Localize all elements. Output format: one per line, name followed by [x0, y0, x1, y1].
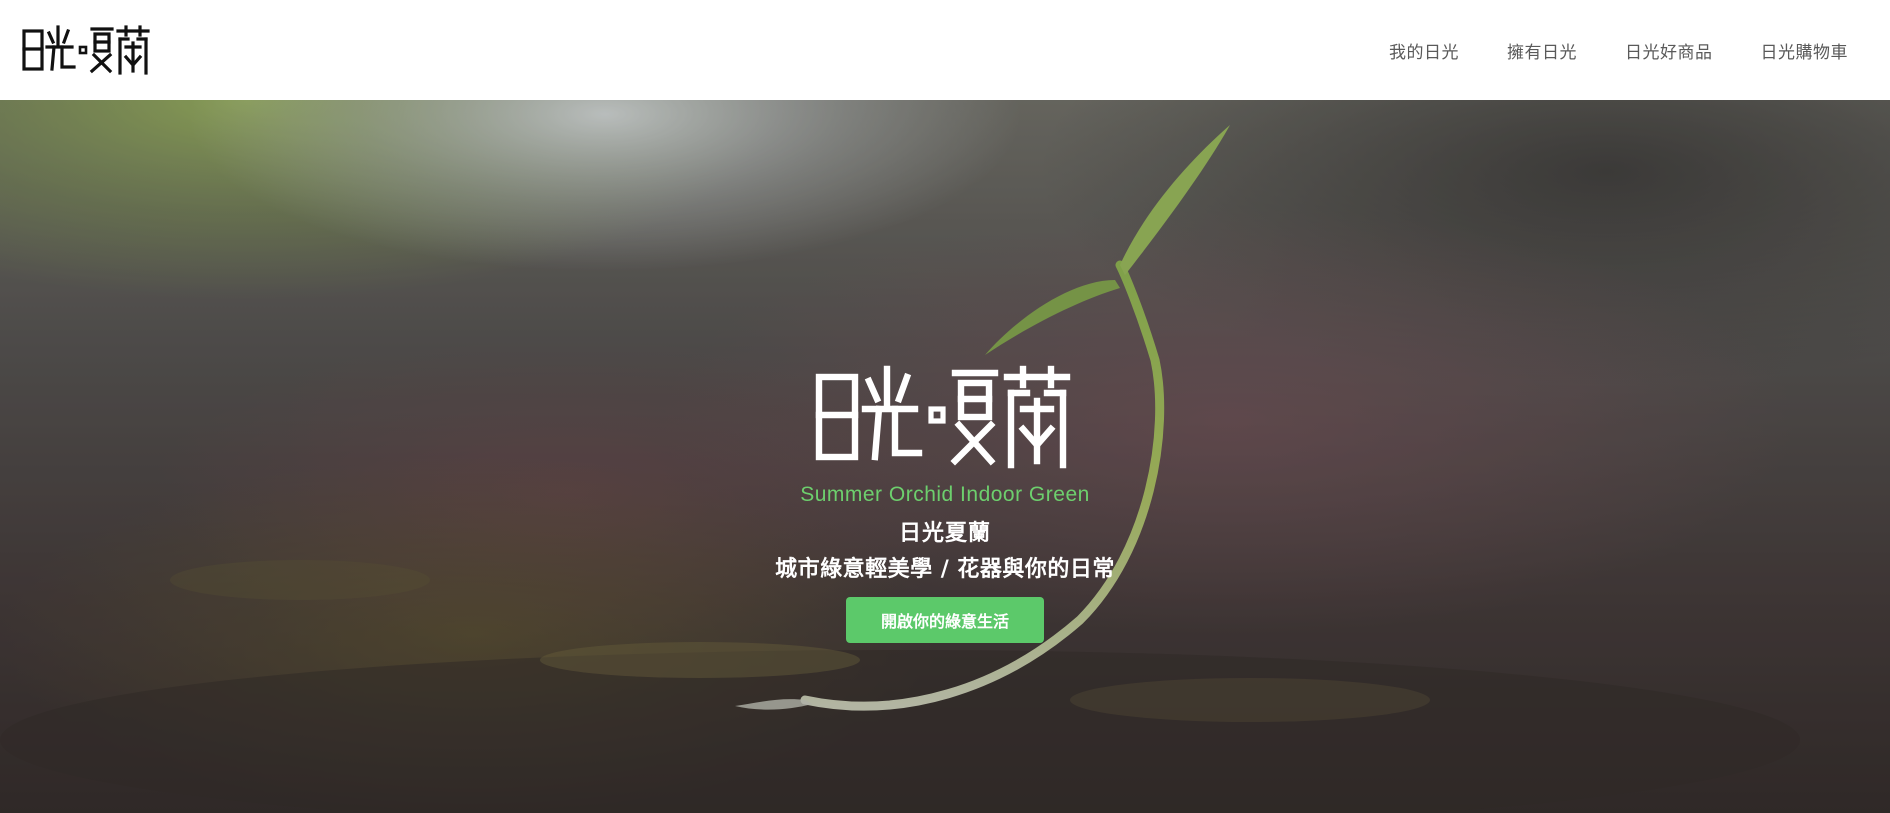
brand-logo-icon [22, 25, 150, 75]
nav-item-own-sunlight[interactable]: 擁有日光 [1507, 38, 1577, 63]
main-nav: 我的日光 擁有日光 日光好商品 日光購物車 [1389, 38, 1848, 63]
nav-item-my-sunlight[interactable]: 我的日光 [1389, 38, 1459, 63]
brand-logo-large-icon [815, 365, 1071, 469]
nav-item-cart[interactable]: 日光購物車 [1761, 38, 1849, 63]
start-green-life-button[interactable]: 開啟你的綠意生活 [846, 597, 1044, 643]
brand-logo-link[interactable] [22, 20, 152, 80]
hero-title: 日光夏蘭 [898, 521, 991, 546]
hero-description: 城市綠意輕美學 / 花器與你的日常 [775, 557, 1115, 582]
hero-content: Summer Orchid Indoor Green 日光夏蘭 城市綠意輕美學 … [0, 365, 1890, 643]
nav-item-products[interactable]: 日光好商品 [1625, 38, 1713, 63]
top-navbar: 我的日光 擁有日光 日光好商品 日光購物車 [0, 0, 1890, 100]
hero-section: Summer Orchid Indoor Green 日光夏蘭 城市綠意輕美學 … [0, 100, 1890, 813]
hero-subtitle-en: Summer Orchid Indoor Green [800, 483, 1090, 506]
